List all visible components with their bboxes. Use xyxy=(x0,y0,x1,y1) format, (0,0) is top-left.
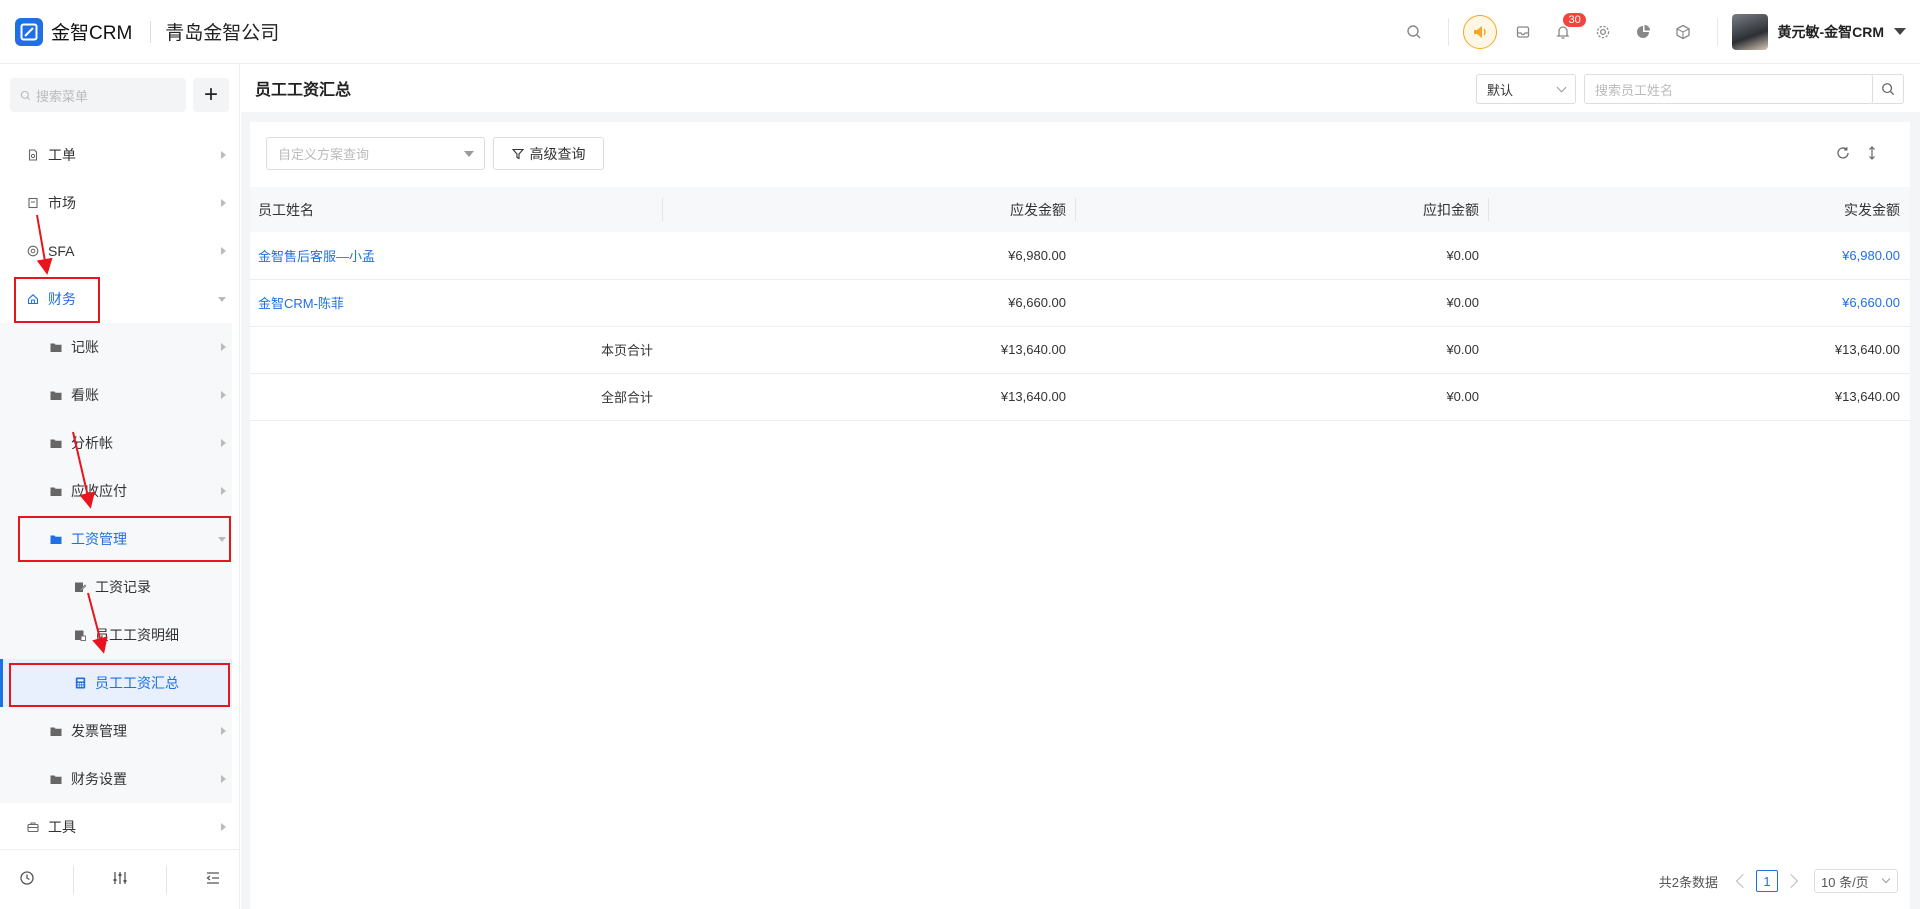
footer-divider xyxy=(166,865,167,894)
history-icon[interactable] xyxy=(19,870,35,889)
view-select[interactable]: 默认 xyxy=(1476,74,1576,104)
annotation-arrows xyxy=(36,214,108,654)
page-title: 员工工资汇总 xyxy=(255,82,352,99)
page-size-value: 10 条/页 xyxy=(1821,874,1869,890)
pagination: 共2条数据 1 10 条/页 xyxy=(241,853,1920,909)
gross-amount: ¥13,640.00 xyxy=(663,326,1076,374)
gross-amount: ¥13,640.00 xyxy=(663,373,1076,421)
search-button[interactable] xyxy=(1872,74,1904,104)
employee-search-input[interactable]: 搜索员工姓名 xyxy=(1584,74,1873,104)
page-size-select[interactable]: 10 条/页 xyxy=(1814,869,1898,893)
table-row: 金智CRM-陈菲 ¥6,660.00 ¥0.00 ¥6,660.00 xyxy=(250,279,1910,327)
net-amount-link[interactable]: ¥6,660.00 xyxy=(1842,295,1900,310)
search-icon xyxy=(1881,83,1894,96)
grand-total-label: 全部合计 xyxy=(250,373,663,421)
deduction-amount: ¥0.00 xyxy=(1076,373,1489,421)
table-header-row: 员工姓名 应发金额 应扣金额 实发金额 xyxy=(250,187,1910,232)
page-total-label: 本页合计 xyxy=(250,326,663,374)
grand-total-row: 全部合计 ¥13,640.00 ¥0.00 ¥13,640.00 xyxy=(250,373,1910,421)
bell-icon[interactable]: 30 xyxy=(1543,12,1586,52)
net-amount: ¥13,640.00 xyxy=(1489,326,1910,374)
column-header-gross[interactable]: 应发金额 xyxy=(663,187,1076,232)
custom-scheme-placeholder: 自定义方案查询 xyxy=(278,147,370,162)
pie-chart-icon[interactable] xyxy=(1623,12,1663,52)
custom-scheme-select[interactable]: 自定义方案查询 xyxy=(266,137,485,170)
search-icon[interactable] xyxy=(1394,12,1434,52)
refresh-icon[interactable] xyxy=(1832,142,1854,164)
column-header-deduction[interactable]: 应扣金额 xyxy=(1076,187,1489,232)
notification-badge: 30 xyxy=(1563,12,1586,27)
announcement-icon[interactable] xyxy=(1463,14,1498,49)
footer-divider xyxy=(73,865,74,894)
user-name[interactable]: 黄元敏-金智CRM xyxy=(1777,22,1884,42)
brand-divider xyxy=(150,20,152,43)
advanced-query-button[interactable]: 高级查询 xyxy=(493,137,604,170)
employee-name-link[interactable]: 金智售后客服—小孟 xyxy=(258,249,375,264)
brand-logo[interactable]: 金智CRM xyxy=(15,17,133,46)
table-row: 金智售后客服—小孟 ¥6,980.00 ¥0.00 ¥6,980.00 xyxy=(250,232,1910,280)
page-number[interactable]: 1 xyxy=(1756,870,1778,892)
deduction-amount: ¥0.00 xyxy=(1076,279,1489,327)
employee-name-link[interactable]: 金智CRM-陈菲 xyxy=(258,296,344,311)
page-total-row: 本页合计 ¥13,640.00 ¥0.00 ¥13,640.00 xyxy=(250,326,1910,374)
employee-search-placeholder: 搜索员工姓名 xyxy=(1595,82,1674,98)
salary-summary-table: 员工姓名 应发金额 应扣金额 实发金额 金智售后客服—小孟 ¥6,980.00 … xyxy=(250,187,1910,421)
total-count: 共2条数据 xyxy=(1658,874,1718,890)
summary-panel: 自定义方案查询 高级查询 员工姓名 应发金额 应扣金额 实发金额 金智售后客服—… xyxy=(250,122,1910,909)
chevron-down-icon xyxy=(1556,82,1567,93)
column-header-name[interactable]: 员工姓名 xyxy=(250,187,663,232)
column-header-net[interactable]: 实发金额 xyxy=(1489,187,1910,232)
gross-amount: ¥6,660.00 xyxy=(663,279,1076,327)
sidebar: 搜索菜单 + 工单 市场 SFA 财务 记账 看账 分析帐 应收应付 工资管理 … xyxy=(0,64,240,909)
caret-down-icon xyxy=(464,151,474,157)
chevron-down-icon[interactable] xyxy=(1894,28,1906,35)
column-height-icon[interactable] xyxy=(1861,142,1883,164)
prev-page-icon[interactable] xyxy=(1735,873,1751,889)
net-amount-link[interactable]: ¥6,980.00 xyxy=(1842,248,1900,263)
filter-icon xyxy=(511,148,524,159)
sidebar-footer xyxy=(0,849,240,909)
gross-amount: ¥6,980.00 xyxy=(663,232,1076,280)
gear-icon[interactable] xyxy=(1583,12,1623,52)
advanced-query-label: 高级查询 xyxy=(529,145,586,162)
net-amount: ¥13,640.00 xyxy=(1489,373,1910,421)
logo-mark-icon xyxy=(15,17,43,46)
next-page-icon[interactable] xyxy=(1783,873,1799,889)
avatar[interactable] xyxy=(1732,13,1769,50)
sliders-icon[interactable] xyxy=(112,870,128,889)
view-select-value: 默认 xyxy=(1487,82,1514,98)
company-name[interactable]: 青岛金智公司 xyxy=(165,18,279,45)
collapse-menu-icon[interactable] xyxy=(205,870,221,889)
deduction-amount: ¥0.00 xyxy=(1076,326,1489,374)
top-divider xyxy=(1448,17,1450,46)
chevron-down-icon xyxy=(1881,874,1891,884)
brand-name: 金智CRM xyxy=(51,23,133,44)
deduction-amount: ¥0.00 xyxy=(1076,232,1489,280)
top-divider xyxy=(1717,17,1719,46)
cube-icon[interactable] xyxy=(1663,12,1703,52)
inbox-icon[interactable] xyxy=(1503,12,1543,52)
top-bar: 金智CRM 青岛金智公司 30 黄元敏-金智CRM xyxy=(0,0,1920,64)
page-header: 员工工资汇总 默认 搜索员工姓名 xyxy=(241,64,1920,112)
main-content: 员工工资汇总 默认 搜索员工姓名 自定义方案查询 高级查询 员工姓名 应发金额 … xyxy=(241,64,1920,909)
